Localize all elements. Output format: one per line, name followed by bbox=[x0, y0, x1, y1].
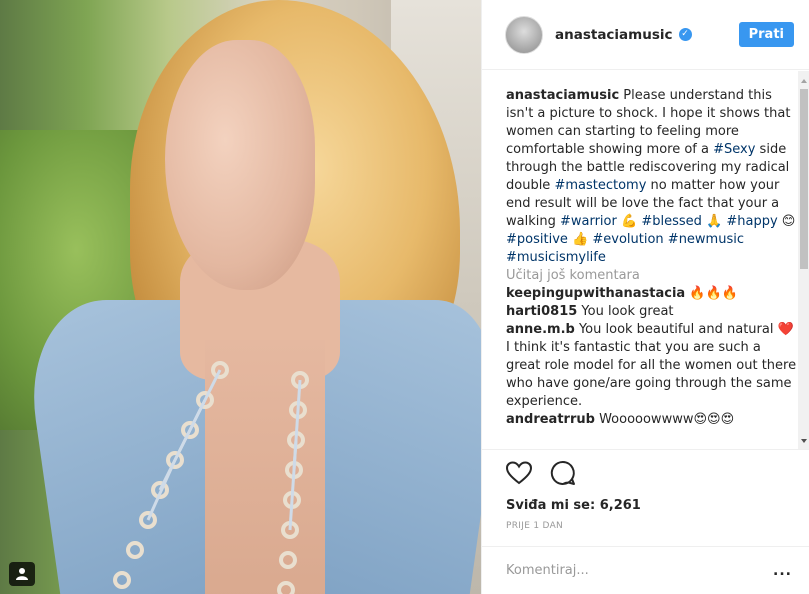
more-options-icon[interactable]: ... bbox=[773, 563, 792, 579]
header-username[interactable]: anastaciamusic bbox=[555, 27, 673, 43]
avatar[interactable] bbox=[505, 15, 543, 54]
post-sidebar: anastaciamusic ✓ Prati anastaciamusic Pl… bbox=[481, 0, 809, 594]
scroll-up-arrow-icon[interactable] bbox=[801, 79, 807, 83]
pray-emoji: 🙏 bbox=[706, 214, 723, 229]
scroll-down-arrow-icon[interactable] bbox=[801, 439, 807, 443]
verified-badge-icon: ✓ bbox=[678, 28, 692, 41]
caption: anastaciamusic Please understand this is… bbox=[506, 87, 798, 267]
hashtag-link[interactable]: #happy bbox=[726, 214, 777, 229]
post-photo[interactable] bbox=[0, 0, 481, 594]
comment: anne.m.b You look beautiful and natural … bbox=[506, 321, 798, 411]
hashtag-link[interactable]: #newmusic bbox=[668, 232, 744, 247]
comment: keepingupwithanastacia 🔥🔥🔥 bbox=[506, 285, 798, 303]
caption-username[interactable]: anastaciamusic bbox=[506, 88, 619, 103]
post-actions: Sviđa mi se: 6,261 PRIJE 1 DAN bbox=[482, 449, 809, 531]
muscle-emoji: 💪 bbox=[621, 214, 638, 229]
post-header: anastaciamusic ✓ Prati bbox=[482, 0, 809, 70]
comment: harti0815 You look great bbox=[506, 303, 798, 321]
smile-emoji: 😊 bbox=[781, 214, 796, 229]
hashtag-link[interactable]: #warrior bbox=[560, 214, 617, 229]
comment: andreatrrub Wooooowwww😍😍😍 bbox=[506, 411, 798, 429]
hashtag-link[interactable]: #Sexy bbox=[713, 142, 755, 157]
comment-input[interactable]: Komentiraj... bbox=[506, 563, 589, 578]
hashtag-link[interactable]: #positive bbox=[506, 232, 568, 247]
heart-icon[interactable] bbox=[505, 461, 533, 489]
comment-username[interactable]: andreatrrub bbox=[506, 412, 595, 427]
instagram-post: anastaciamusic ✓ Prati anastaciamusic Pl… bbox=[0, 0, 809, 594]
hashtag-link[interactable]: #blessed bbox=[641, 214, 702, 229]
comment-text: Wooooowwww😍😍😍 bbox=[594, 412, 735, 427]
user-tag-icon[interactable] bbox=[9, 562, 35, 586]
likes-count[interactable]: Sviđa mi se: 6,261 bbox=[506, 498, 809, 513]
hashtag-link[interactable]: #musicismylife bbox=[506, 250, 606, 265]
comment-text: You look great bbox=[577, 304, 674, 319]
post-date[interactable]: PRIJE 1 DAN bbox=[506, 521, 809, 531]
hashtag-link[interactable]: #evolution bbox=[592, 232, 663, 247]
comment-username[interactable]: harti0815 bbox=[506, 304, 577, 319]
scrollbar-thumb[interactable] bbox=[800, 89, 808, 269]
follow-button[interactable]: Prati bbox=[738, 22, 794, 47]
comment-icon[interactable] bbox=[550, 460, 576, 490]
comment-username[interactable]: anne.m.b bbox=[506, 322, 575, 337]
add-comment-bar: Komentiraj... ... bbox=[482, 546, 809, 594]
jacket-grommets bbox=[113, 361, 309, 594]
comments-list[interactable]: anastaciamusic Please understand this is… bbox=[482, 71, 798, 449]
thumb-emoji: 👍 bbox=[572, 232, 589, 247]
hashtag-link[interactable]: #mastectomy bbox=[554, 178, 646, 193]
load-more-comments-link[interactable]: Učitaj još komentara bbox=[506, 267, 798, 285]
comment-text: 🔥🔥🔥 bbox=[685, 286, 738, 301]
comment-username[interactable]: keepingupwithanastacia bbox=[506, 286, 685, 301]
comments-scrollbar[interactable] bbox=[798, 71, 809, 449]
action-icons bbox=[505, 460, 809, 490]
